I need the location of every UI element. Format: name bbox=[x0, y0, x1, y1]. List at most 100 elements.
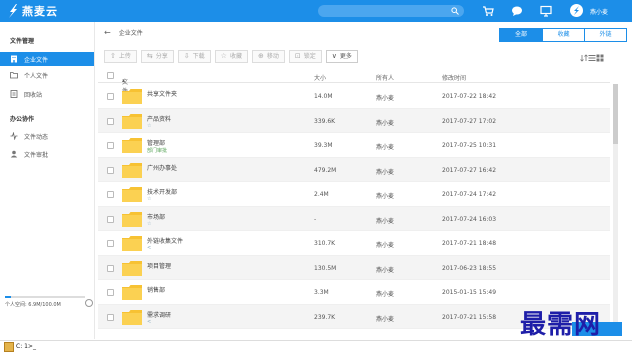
row-checkbox[interactable] bbox=[107, 240, 114, 247]
upload-icon: ⇧ bbox=[110, 52, 116, 60]
row-checkbox[interactable] bbox=[107, 191, 114, 198]
sidebar-item-file-activity[interactable]: 文件动态 bbox=[0, 129, 94, 143]
file-size: 39.3M bbox=[314, 142, 333, 149]
file-owner: 燕小麦 bbox=[376, 95, 395, 102]
section-title-office-collab: 办公协作 bbox=[10, 116, 35, 123]
table-row[interactable]: 项目管理 130.5M 燕小麦 2017-06-23 18:55 bbox=[98, 255, 610, 280]
username[interactable]: 燕小麦 bbox=[590, 7, 608, 16]
scrollbar[interactable] bbox=[613, 84, 618, 331]
row-checkbox[interactable] bbox=[107, 313, 114, 321]
column-size[interactable]: 大小 bbox=[314, 73, 326, 82]
download-label: 下载 bbox=[192, 53, 205, 60]
file-name[interactable]: 市场部 bbox=[147, 212, 165, 221]
file-tag: ☆ bbox=[147, 196, 152, 202]
grid-view-icon[interactable] bbox=[596, 54, 604, 62]
move-button[interactable]: ⊕ 移动 bbox=[251, 50, 285, 63]
row-checkbox[interactable] bbox=[107, 117, 114, 125]
folder-icon bbox=[122, 285, 142, 300]
lock-button[interactable]: ⊡ 锁定 bbox=[288, 50, 322, 63]
table-row[interactable]: 技术开发部 ☆ 2.4M 燕小麦 2017-07-24 17:42 bbox=[98, 182, 610, 207]
table-row[interactable]: 销售部 3.3M 燕小麦 2015-01-15 15:49 bbox=[98, 280, 610, 305]
upload-button[interactable]: ⇧ 上传 bbox=[104, 50, 137, 63]
chevron-down-icon: ∨ bbox=[331, 52, 337, 60]
folder-icon bbox=[122, 236, 142, 251]
more-button[interactable]: ∨ 更多 bbox=[325, 50, 358, 63]
file-name[interactable]: 需求调研 bbox=[147, 310, 171, 319]
file-name[interactable]: 技术开发部 bbox=[147, 187, 177, 196]
favorite-button[interactable]: ☆ 收藏 bbox=[214, 50, 248, 63]
sidebar-item-label: 文件审批 bbox=[24, 151, 49, 159]
search-input[interactable] bbox=[318, 5, 464, 17]
sidebar-item-enterprise-files[interactable]: 企业文件 bbox=[0, 52, 94, 66]
sidebar-item-label: 文件动态 bbox=[24, 133, 49, 141]
column-owner[interactable]: 所有人 bbox=[376, 73, 394, 82]
sidebar-item-personal-files[interactable]: 个人文件 bbox=[0, 68, 94, 82]
file-name[interactable]: 项目管理 bbox=[147, 261, 171, 270]
breadcrumb-current: 企业文件 bbox=[118, 30, 143, 37]
sort-icon[interactable] bbox=[580, 54, 588, 62]
sidebar: 文件管理 企业文件 个人文件 回收站 办公协作 文件动态 文件审批 bbox=[0, 22, 95, 339]
lock-label: 锁定 bbox=[303, 53, 316, 60]
monitor-icon[interactable] bbox=[540, 5, 552, 17]
table-row[interactable]: 外链收集文件 <310.7K 燕小麦 2017-07-21 18:48 bbox=[98, 231, 610, 256]
file-name[interactable]: 共享文件夹 bbox=[147, 89, 177, 98]
row-checkbox[interactable] bbox=[107, 215, 114, 223]
info-icon[interactable] bbox=[85, 299, 93, 307]
file-tag: < bbox=[147, 318, 152, 325]
tab-favorites[interactable]: 收藏 bbox=[542, 29, 584, 41]
taskbar: C: 1>_ bbox=[0, 340, 632, 352]
sort-up-icon: ▴ bbox=[122, 77, 126, 84]
building-icon bbox=[11, 55, 17, 63]
file-modified: 2017-06-23 18:55 bbox=[442, 264, 497, 272]
table-row[interactable]: 市场部 ☆ - 燕小麦 2017-07-24 16:03 bbox=[98, 206, 610, 231]
folder-icon bbox=[122, 260, 142, 276]
tab-external-links[interactable]: 外链 bbox=[584, 29, 626, 41]
file-owner: 燕小麦 bbox=[376, 144, 395, 151]
app-logo[interactable]: 燕麦云 bbox=[8, 3, 58, 19]
file-owner: 燕小麦 bbox=[376, 193, 395, 200]
table-row[interactable]: 产品资料 ☆ 339.6K 燕小麦 2017-07-27 17:02 bbox=[98, 108, 610, 133]
quota-fill bbox=[5, 296, 11, 298]
row-checkbox[interactable] bbox=[107, 93, 114, 100]
file-name[interactable]: 产品资料 bbox=[147, 114, 171, 123]
file-size: 14.0M bbox=[314, 93, 333, 100]
file-name[interactable]: 广州办事处 bbox=[147, 163, 177, 172]
file-owner: 燕小麦 bbox=[376, 315, 395, 323]
row-checkbox[interactable] bbox=[107, 142, 114, 149]
user-logo-icon bbox=[574, 6, 579, 15]
table-row[interactable]: 共享文件夹 14.0M 燕小麦 2017-07-22 18:42 bbox=[98, 84, 610, 109]
row-checkbox[interactable] bbox=[107, 264, 114, 272]
avatar[interactable] bbox=[570, 4, 583, 17]
share-button[interactable]: ⇆ 分享 bbox=[140, 50, 174, 63]
file-name[interactable]: 管理部 bbox=[147, 138, 165, 147]
file-owner: 燕小麦 bbox=[376, 217, 395, 225]
chat-icon[interactable] bbox=[511, 5, 523, 17]
list-view-icon[interactable] bbox=[588, 54, 596, 62]
download-button[interactable]: ⇩ 下载 bbox=[177, 50, 211, 63]
logo-icon bbox=[9, 4, 17, 18]
sidebar-item-recycle-bin[interactable]: 回收站 bbox=[0, 87, 94, 101]
quota-text: 个人空间: 6.9M/100.0M bbox=[5, 302, 61, 308]
table-row[interactable]: 管理部 部门审批 39.3M 燕小麦 2017-07-25 10:31 bbox=[98, 133, 610, 158]
select-all-checkbox[interactable] bbox=[107, 72, 114, 79]
move-icon: ⊕ bbox=[257, 52, 264, 60]
cart-icon[interactable] bbox=[482, 5, 494, 17]
file-name[interactable]: 销售部 bbox=[147, 285, 165, 294]
row-checkbox[interactable] bbox=[107, 166, 114, 174]
file-name[interactable]: 外链收集文件 bbox=[147, 236, 183, 245]
row-checkbox[interactable] bbox=[107, 289, 114, 296]
app-name: 燕麦云 bbox=[22, 5, 58, 18]
column-modified[interactable]: 修改时间 bbox=[442, 73, 466, 82]
folder-outline-icon bbox=[10, 72, 18, 79]
sidebar-item-file-approval[interactable]: 文件审批 bbox=[0, 147, 94, 161]
file-tag: < bbox=[147, 245, 152, 251]
search-icon[interactable] bbox=[451, 7, 459, 15]
app-icon[interactable] bbox=[4, 342, 14, 352]
file-modified: 2017-07-21 18:48 bbox=[442, 240, 497, 247]
back-arrow-icon[interactable]: ← bbox=[104, 28, 111, 37]
file-owner: 燕小麦 bbox=[376, 168, 395, 176]
tab-all[interactable]: 全部 bbox=[500, 29, 542, 41]
scrollbar-thumb[interactable] bbox=[613, 84, 618, 144]
folder-icon bbox=[122, 162, 142, 178]
table-row[interactable]: 广州办事处 479.2M 燕小麦 2017-07-27 16:42 bbox=[98, 157, 610, 182]
